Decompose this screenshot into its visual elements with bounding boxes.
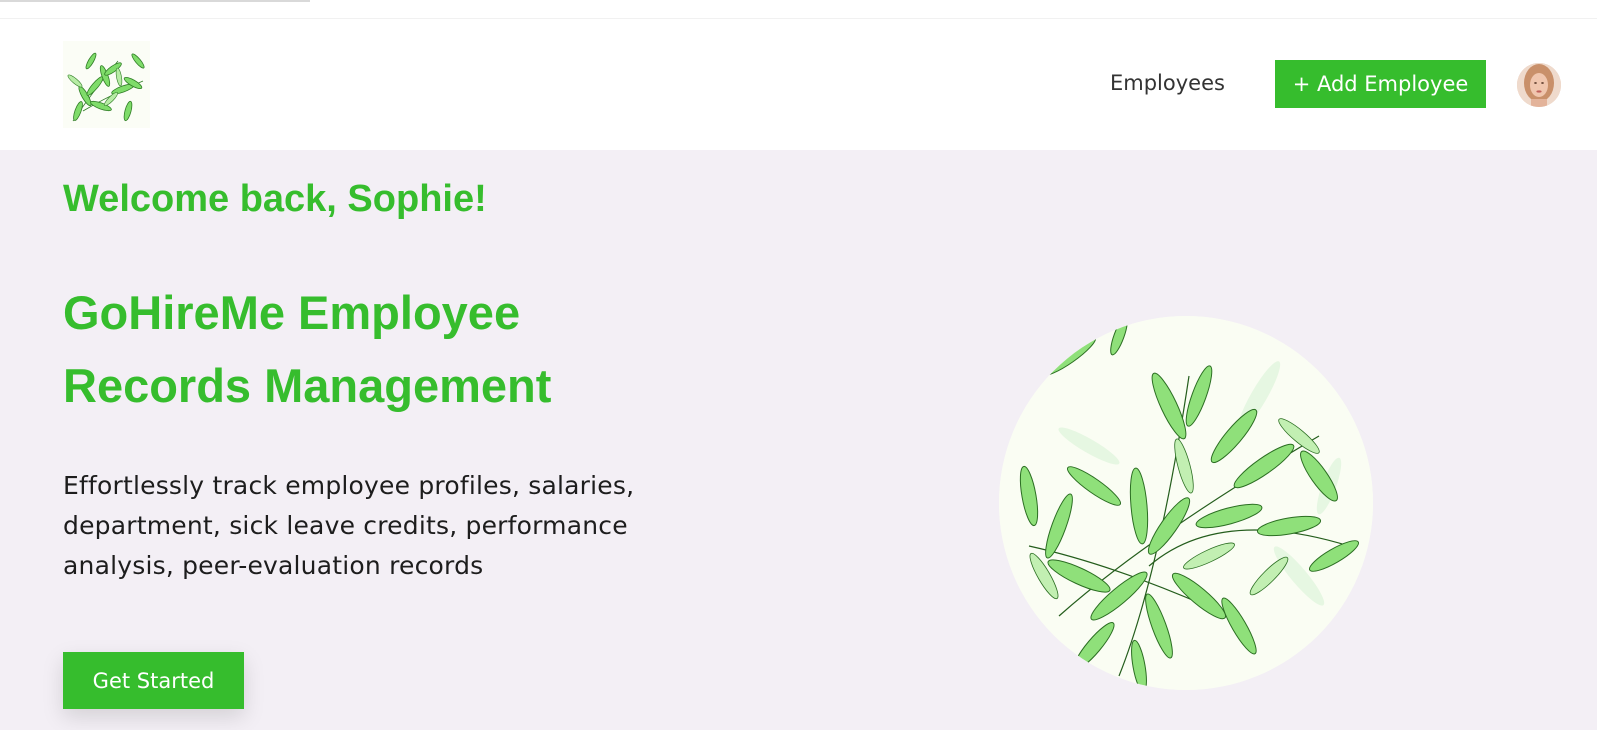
bamboo-leaves-logo-icon [67, 52, 145, 122]
loading-bar [0, 0, 310, 2]
user-avatar[interactable] [1517, 63, 1561, 107]
hero-title-line-2: Records Management [63, 359, 552, 412]
hero-description: Effortlessly track employee profiles, sa… [63, 471, 635, 580]
welcome-heading: Welcome back, Sophie! [63, 178, 487, 220]
nav-employees-link[interactable]: Employees [1110, 71, 1225, 95]
brand-logo[interactable] [63, 41, 150, 128]
hero-section: Welcome back, Sophie! GoHireMe Employee … [0, 150, 1597, 732]
add-employee-button[interactable]: + Add Employee [1275, 60, 1486, 108]
user-avatar-icon [1517, 63, 1561, 107]
top-navbar: Employees + Add Employee [0, 19, 1597, 150]
hero-illustration [999, 316, 1373, 690]
hero-title-line-1: GoHireMe Employee [63, 286, 521, 339]
browser-top-strip [0, 0, 1597, 19]
bamboo-leaves-illustration-icon [999, 316, 1373, 690]
hero-title: GoHireMe Employee Records Management [63, 276, 683, 422]
get-started-button[interactable]: Get Started [63, 652, 244, 709]
